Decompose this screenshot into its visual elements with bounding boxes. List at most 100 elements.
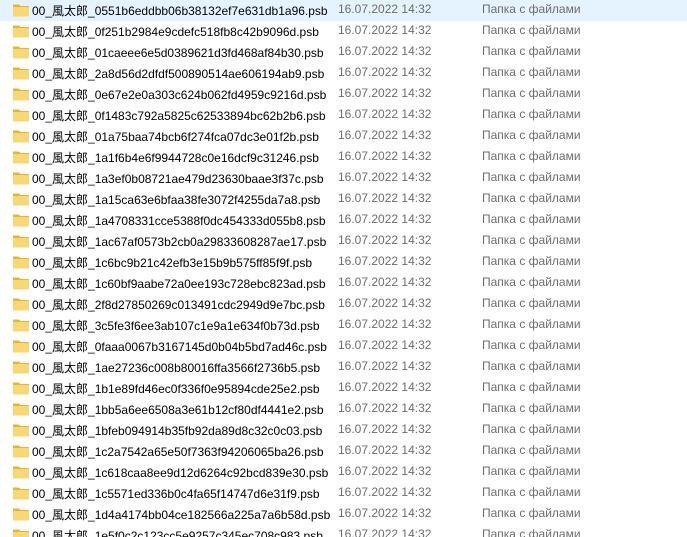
folder-icon [13,192,29,206]
file-name[interactable]: 00_風太郎_1bb5a6ee6508a3e61b12cf80df4441e2.… [32,401,324,418]
folder-icon [13,129,29,143]
file-name[interactable]: 00_風太郎_1e5f0c2c123cc5e9257c345ec708c983.… [32,527,323,537]
file-type: Папка с файлами [482,317,581,331]
file-date: 16.07.2022 14:32 [338,317,432,331]
file-row[interactable]: 00_風太郎_1c6bc9b21c42efb3e15b9b575ff85f9f.… [0,252,687,273]
file-date: 16.07.2022 14:32 [338,65,432,79]
file-name[interactable]: 00_風太郎_1a4708331cce5388f0dc454333d055b8.… [32,212,326,229]
file-type: Папка с файлами [482,86,581,100]
file-date: 16.07.2022 14:32 [338,128,432,142]
folder-icon [13,24,29,38]
file-name[interactable]: 00_風太郎_01caeee6e5d0389621d3fd468af84b30.… [32,44,324,61]
file-row[interactable]: 00_風太郎_0faaa0067b3167145d0b04b5bd7ad46c.… [0,336,687,357]
file-name[interactable]: 00_風太郎_1a3ef0b08721ae479d23630baae3f37c.… [32,170,324,187]
file-date: 16.07.2022 14:32 [338,527,432,537]
file-row[interactable]: 00_風太郎_1b1e89fd46ec0f336f0e95894cde25e2.… [0,378,687,399]
folder-icon [13,45,29,59]
folder-icon [13,486,29,500]
file-name[interactable]: 00_風太郎_2a8d56d2dfdf500890514ae606194ab9.… [32,65,324,82]
file-row[interactable]: 00_風太郎_1a4708331cce5388f0dc454333d055b8.… [0,210,687,231]
file-row[interactable]: 00_風太郎_1d4a4174bb04ce182566a225a7a6b58d.… [0,504,687,525]
file-row[interactable]: 00_風太郎_1a1f6b4e6f9944728c0e16dcf9c31246.… [0,147,687,168]
file-row[interactable]: 00_風太郎_0551b6eddbb06b38132ef7e631db1a96.… [0,0,687,21]
file-row[interactable]: 00_風太郎_0f251b2984e9cdefc518fb8c42b9096d.… [0,21,687,42]
folder-icon [13,297,29,311]
folder-icon [13,213,29,227]
file-name[interactable]: 00_風太郎_0faaa0067b3167145d0b04b5bd7ad46c.… [32,338,327,355]
file-date: 16.07.2022 14:32 [338,2,432,16]
file-row[interactable]: 00_風太郎_2a8d56d2dfdf500890514ae606194ab9.… [0,63,687,84]
file-date: 16.07.2022 14:32 [338,464,432,478]
file-date: 16.07.2022 14:32 [338,359,432,373]
file-type: Папка с файлами [482,359,581,373]
file-row[interactable]: 00_風太郎_01caeee6e5d0389621d3fd468af84b30.… [0,42,687,63]
file-row[interactable]: 00_風太郎_1c618caa8ee9d12d6264c92bcd839e30.… [0,462,687,483]
file-row[interactable]: 00_風太郎_1c60bf9aabe72a0ee193c728ebc823ad.… [0,273,687,294]
file-date: 16.07.2022 14:32 [338,485,432,499]
file-name[interactable]: 00_風太郎_0f251b2984e9cdefc518fb8c42b9096d.… [32,23,319,40]
folder-icon [13,87,29,101]
file-type: Папка с файлами [482,338,581,352]
file-row[interactable]: 00_風太郎_0e67e2e0a303c624b062fd4959c9216d.… [0,84,687,105]
file-rows: 00_風太郎_0551b6eddbb06b38132ef7e631db1a96.… [0,0,687,537]
folder-icon [13,108,29,122]
file-name[interactable]: 00_風太郎_1a15ca63e6bfaa38fe3072f4255da7a8.… [32,191,320,208]
file-name[interactable]: 00_風太郎_1b1e89fd46ec0f336f0e95894cde25e2.… [32,380,320,397]
file-name[interactable]: 00_風太郎_1ae27236c008b80016ffa3566f2736b5.… [32,359,320,376]
file-name[interactable]: 00_風太郎_1c2a7542a65e50f7363f94206065ba26.… [32,443,324,460]
file-type: Папка с файлами [482,149,581,163]
folder-icon [13,255,29,269]
file-name[interactable]: 00_風太郎_1c618caa8ee9d12d6264c92bcd839e30.… [32,464,328,481]
file-date: 16.07.2022 14:32 [338,506,432,520]
folder-icon [13,507,29,521]
file-row[interactable]: 00_風太郎_1bb5a6ee6508a3e61b12cf80df4441e2.… [0,399,687,420]
folder-icon [13,150,29,164]
folder-icon [13,465,29,479]
file-date: 16.07.2022 14:32 [338,44,432,58]
file-name[interactable]: 00_風太郎_3c5fe3f6ee3ab107c1e9a1e634f0b73d.… [32,317,320,334]
file-row[interactable]: 00_風太郎_1bfeb094914b35fb92da89d8c32c0c03.… [0,420,687,441]
file-date: 16.07.2022 14:32 [338,296,432,310]
file-row[interactable]: 00_風太郎_1a3ef0b08721ae479d23630baae3f37c.… [0,168,687,189]
file-row[interactable]: 00_風太郎_1e5f0c2c123cc5e9257c345ec708c983.… [0,525,687,537]
file-type: Папка с файлами [482,23,581,37]
file-row[interactable]: 00_風太郎_01a75baa74bcb6f274fca07dc3e01f2b.… [0,126,687,147]
file-row[interactable]: 00_風太郎_1a15ca63e6bfaa38fe3072f4255da7a8.… [0,189,687,210]
file-row[interactable]: 00_風太郎_0f1483c792a5825c62533894bc62b2b6.… [0,105,687,126]
file-name[interactable]: 00_風太郎_01a75baa74bcb6f274fca07dc3e01f2b.… [32,128,319,145]
folder-icon [13,171,29,185]
file-name[interactable]: 00_風太郎_1c5571ed336b0c4fa65f14747d6e31f9.… [32,485,320,502]
file-row[interactable]: 00_風太郎_1ae27236c008b80016ffa3566f2736b5.… [0,357,687,378]
file-row[interactable]: 00_風太郎_1c5571ed336b0c4fa65f14747d6e31f9.… [0,483,687,504]
file-type: Папка с файлами [482,464,581,478]
file-name[interactable]: 00_風太郎_1c60bf9aabe72a0ee193c728ebc823ad.… [32,275,326,292]
file-date: 16.07.2022 14:32 [338,422,432,436]
file-row[interactable]: 00_風太郎_1ac67af0573b2cb0a29833608287ae17.… [0,231,687,252]
file-date: 16.07.2022 14:32 [338,86,432,100]
file-row[interactable]: 00_風太郎_1c2a7542a65e50f7363f94206065ba26.… [0,441,687,462]
file-type: Папка с файлами [482,191,581,205]
file-name[interactable]: 00_風太郎_1a1f6b4e6f9944728c0e16dcf9c31246.… [32,149,319,166]
file-date: 16.07.2022 14:32 [338,254,432,268]
file-date: 16.07.2022 14:32 [338,401,432,415]
file-list: 00_風太郎_0551b6eddbb06b38132ef7e631db1a96.… [0,0,687,537]
folder-icon [13,3,29,17]
file-name[interactable]: 00_風太郎_0f1483c792a5825c62533894bc62b2b6.… [32,107,326,124]
file-name[interactable]: 00_風太郎_1d4a4174bb04ce182566a225a7a6b58d.… [32,506,330,523]
file-name[interactable]: 00_風太郎_0e67e2e0a303c624b062fd4959c9216d.… [32,86,326,103]
file-name[interactable]: 00_風太郎_1c6bc9b21c42efb3e15b9b575ff85f9f.… [32,254,312,271]
file-name[interactable]: 00_風太郎_2f8d27850269c013491cdc2949d9e7bc.… [32,296,325,313]
folder-icon [13,234,29,248]
file-date: 16.07.2022 14:32 [338,149,432,163]
file-type: Папка с файлами [482,212,581,226]
file-date: 16.07.2022 14:32 [338,191,432,205]
file-date: 16.07.2022 14:32 [338,338,432,352]
file-row[interactable]: 00_風太郎_2f8d27850269c013491cdc2949d9e7bc.… [0,294,687,315]
file-row[interactable]: 00_風太郎_3c5fe3f6ee3ab107c1e9a1e634f0b73d.… [0,315,687,336]
folder-icon [13,381,29,395]
file-name[interactable]: 00_風太郎_0551b6eddbb06b38132ef7e631db1a96.… [32,2,328,19]
folder-icon [13,276,29,290]
folder-icon [13,402,29,416]
file-name[interactable]: 00_風太郎_1ac67af0573b2cb0a29833608287ae17.… [32,233,326,250]
file-name[interactable]: 00_風太郎_1bfeb094914b35fb92da89d8c32c0c03.… [32,422,322,439]
